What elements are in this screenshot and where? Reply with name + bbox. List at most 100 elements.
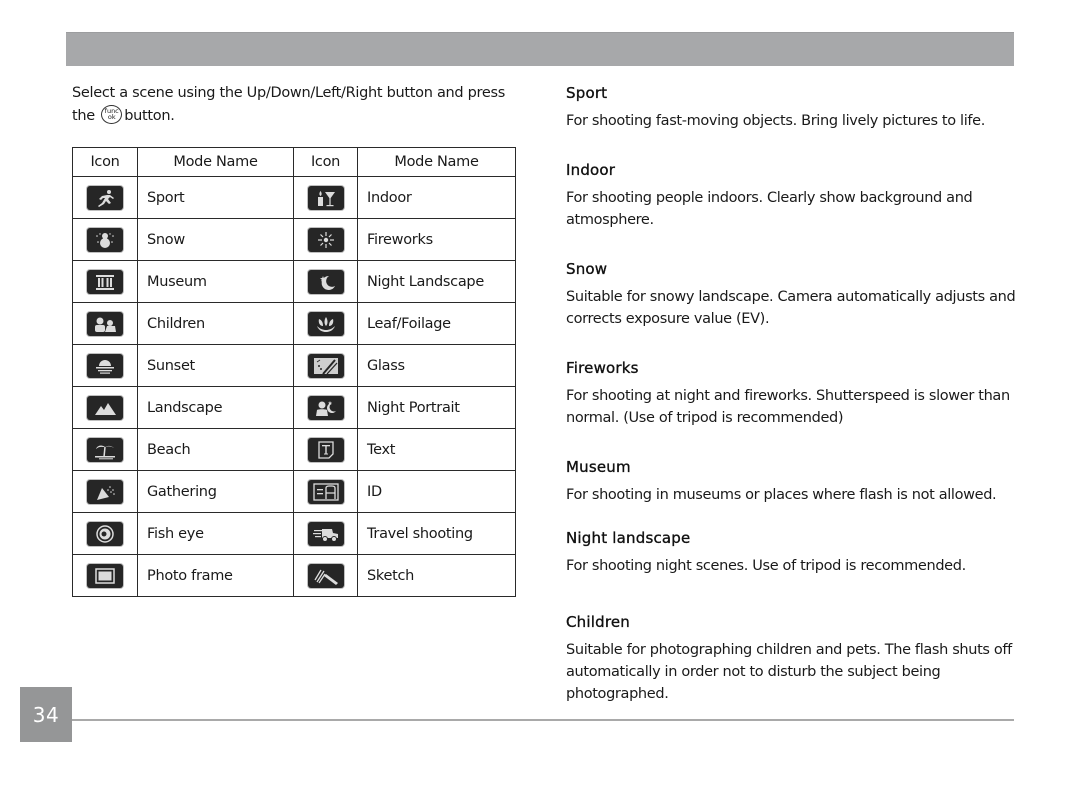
mode-description: Children Suitable for photographing child…: [566, 612, 1016, 705]
intro-line-1: Select a scene using the Up/Down/Left/Ri…: [72, 85, 506, 101]
mode-description-body: For shooting people indoors. Clearly sho…: [566, 190, 973, 228]
mode-icon-cell: [293, 176, 358, 219]
mode-icon-cell: [293, 512, 358, 555]
museum-icon: [87, 269, 123, 294]
table-header-row: Icon Mode Name Icon Mode Name: [72, 147, 516, 177]
table-row: Fish eye Travel shooting: [72, 512, 516, 555]
sport-icon: [87, 185, 123, 210]
mode-name-cell: Glass: [357, 344, 516, 387]
mode-icon-cell: [293, 344, 358, 387]
mode-name-cell: Night Landscape: [357, 260, 516, 303]
mode-description-body: For shooting in museums or places where …: [566, 487, 997, 503]
table-row: Landscape Night Portrait: [72, 386, 516, 429]
fish-eye-icon: [87, 521, 123, 546]
table-row: Beach Text: [72, 428, 516, 471]
beach-icon: [87, 437, 123, 462]
photo-frame-icon: [87, 563, 123, 588]
mode-description: Indoor For shooting people indoors. Clear…: [566, 160, 1016, 231]
mode-name-cell: Fireworks: [357, 218, 516, 261]
mode-name-cell: ID: [357, 470, 516, 513]
mode-description-body: For shooting at night and fireworks. Shu…: [566, 388, 1010, 426]
mode-name-cell: Landscape: [137, 386, 294, 429]
night-landscape-icon: [307, 269, 344, 294]
scene-mode-table: Icon Mode Name Icon Mode Name Sport Indoo…: [72, 147, 516, 597]
mode-description-title: Children: [566, 613, 631, 631]
mode-icon-cell: [293, 554, 358, 597]
mode-name-cell: Leaf/Foilage: [357, 302, 516, 345]
mode-description: Snow Suitable for snowy landscape. Camera…: [566, 259, 1016, 330]
leaf-foilage-icon: [307, 311, 344, 336]
sunset-icon: [87, 353, 123, 378]
mode-icon-cell: [72, 344, 138, 387]
intro-text: Select a scene using the Up/Down/Left/Ri…: [72, 82, 532, 128]
mode-name-cell: Night Portrait: [357, 386, 516, 429]
mode-description: Sport For shooting fast-moving objects. B…: [566, 83, 1016, 132]
header-bar: [66, 32, 1014, 66]
mode-icon-cell: [72, 554, 138, 597]
intro-line-2-prefix: the: [72, 108, 95, 124]
footer-divider: [72, 719, 1014, 721]
table-row: Sunset Glass: [72, 344, 516, 387]
mode-description-title: Fireworks: [566, 359, 639, 377]
id-icon: [307, 479, 344, 504]
mode-description: Night landscape For shooting night scenes…: [566, 528, 1016, 577]
mode-icon-cell: [293, 218, 358, 261]
table-row: Museum Night Landscape: [72, 260, 516, 303]
mode-icon-cell: [72, 512, 138, 555]
mode-icon-cell: [72, 302, 138, 345]
mode-description-title: Museum: [566, 458, 631, 476]
mode-name-cell: Fish eye: [137, 512, 294, 555]
mode-icon-cell: [293, 260, 358, 303]
column-header-mode-name: Mode Name: [357, 147, 516, 177]
mode-name-cell: Sketch: [357, 554, 516, 597]
mode-icon-cell: [72, 470, 138, 513]
table-row: Photo frame Sketch: [72, 554, 516, 597]
mode-description-body: For shooting fast-moving objects. Bring …: [566, 113, 985, 129]
snow-icon: [87, 227, 123, 252]
mode-name-cell: Snow: [137, 218, 294, 261]
mode-icon-cell: [293, 302, 358, 345]
mode-description: Museum For shooting in museums or places …: [566, 457, 1016, 506]
mode-description-body: Suitable for photographing children and …: [566, 642, 1012, 702]
mode-description-body: Suitable for snowy landscape. Camera aut…: [566, 289, 1016, 327]
mode-icon-cell: [293, 428, 358, 471]
page-number: 34: [20, 687, 72, 742]
mode-description-body: For shooting night scenes. Use of tripod…: [566, 558, 966, 574]
mode-description-title: Indoor: [566, 161, 616, 179]
mode-description-title: Sport: [566, 84, 608, 102]
mode-icon-cell: [72, 218, 138, 261]
mode-name-cell: Beach: [137, 428, 294, 471]
mode-description-title: Night landscape: [566, 529, 691, 547]
mode-name-cell: Sunset: [137, 344, 294, 387]
column-header-mode-name: Mode Name: [137, 147, 294, 177]
mode-icon-cell: [72, 386, 138, 429]
indoor-icon: [307, 185, 344, 210]
mode-icon-cell: [72, 428, 138, 471]
mode-name-cell: Sport: [137, 176, 294, 219]
landscape-icon: [87, 395, 123, 420]
children-icon: [87, 311, 123, 336]
night-portrait-icon: [307, 395, 344, 420]
travel-shooting-icon: [307, 521, 344, 546]
table-row: Sport Indoor: [72, 176, 516, 219]
intro-line-2-suffix: button.: [124, 108, 175, 124]
mode-name-cell: Photo frame: [137, 554, 294, 597]
mode-name-cell: Text: [357, 428, 516, 471]
glass-icon: [307, 353, 344, 378]
column-header-icon: Icon: [293, 147, 358, 177]
sketch-icon: [307, 563, 344, 588]
mode-name-cell: Children: [137, 302, 294, 345]
mode-description-title: Snow: [566, 260, 608, 278]
mode-icon-cell: [293, 470, 358, 513]
text-icon: [307, 437, 344, 462]
func-ok-button-icon: func ok: [101, 104, 123, 124]
mode-name-cell: Travel shooting: [357, 512, 516, 555]
mode-name-cell: Indoor: [357, 176, 516, 219]
mode-icon-cell: [72, 260, 138, 303]
fireworks-icon: [307, 227, 344, 252]
mode-icon-cell: [72, 176, 138, 219]
mode-name-cell: Museum: [137, 260, 294, 303]
mode-description: Fireworks For shooting at night and firew…: [566, 358, 1016, 429]
mode-icon-cell: [293, 386, 358, 429]
table-row: Gathering ID: [72, 470, 516, 513]
